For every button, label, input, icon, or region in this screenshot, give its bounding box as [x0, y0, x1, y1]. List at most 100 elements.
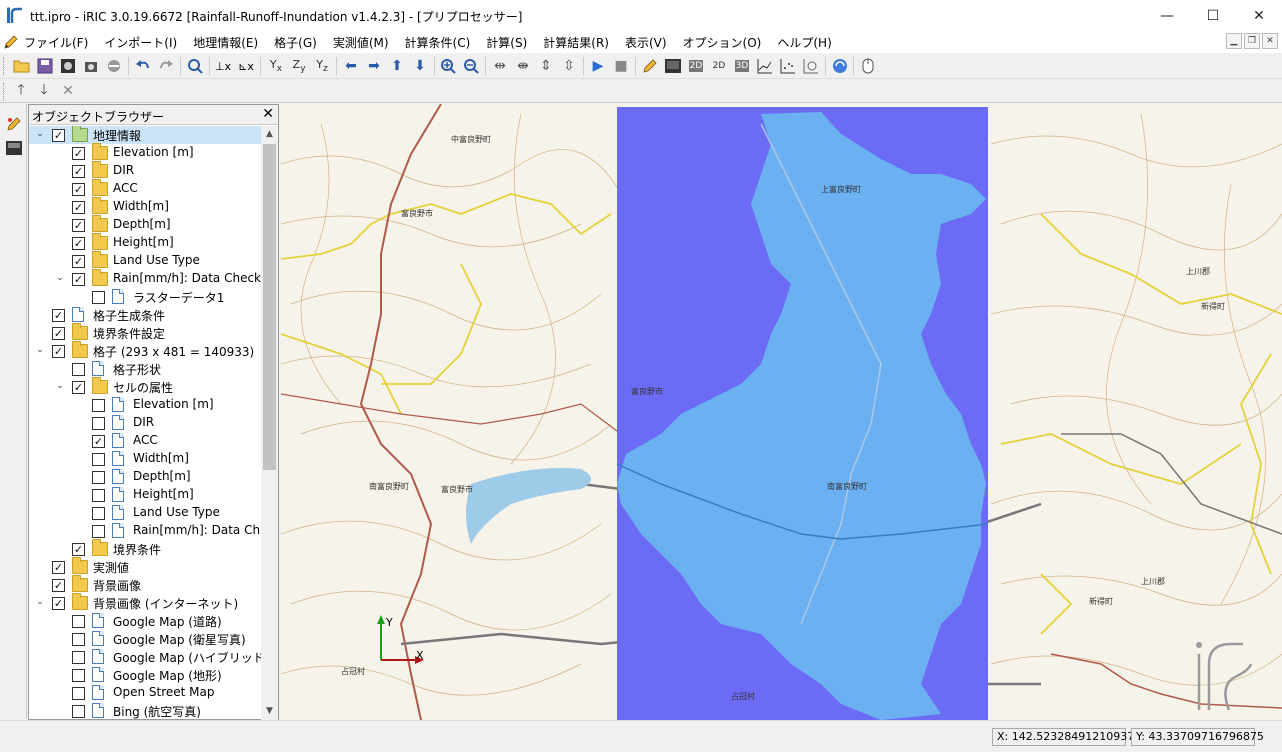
zoom-out-icon[interactable]: [461, 56, 481, 76]
expand-chevron-icon[interactable]: [75, 417, 85, 427]
tree-checkbox[interactable]: ✓: [92, 435, 105, 448]
tree-checkbox[interactable]: ✓: [52, 579, 65, 592]
expand-chevron-icon[interactable]: [55, 543, 65, 553]
tree-checkbox[interactable]: [72, 615, 85, 628]
tree-checkbox[interactable]: [72, 705, 85, 718]
tree-row[interactable]: ラスターデータ1: [29, 288, 261, 306]
tree-checkbox[interactable]: [72, 633, 85, 646]
tree-row[interactable]: Google Map (ハイブリッド): [29, 648, 261, 666]
expand-chevron-icon[interactable]: [55, 615, 65, 625]
expand-chevron-icon[interactable]: [35, 327, 45, 337]
menu-item[interactable]: 表示(V): [625, 34, 675, 51]
expand-chevron-icon[interactable]: [75, 399, 85, 409]
expand-chevron-icon[interactable]: [75, 435, 85, 445]
expand-chevron-icon[interactable]: [55, 669, 65, 679]
tree-row[interactable]: Bing (航空写真): [29, 702, 261, 720]
expand-chevron-icon[interactable]: [55, 237, 65, 247]
zoom-out-y-icon[interactable]: ⇳: [559, 56, 579, 76]
object-browser-icon[interactable]: [4, 114, 24, 134]
menu-item[interactable]: 計算結果(R): [543, 34, 617, 51]
record-icon[interactable]: [58, 56, 78, 76]
tree-row[interactable]: ⌄ ✓ 地理情報: [29, 126, 261, 144]
tree-row[interactable]: ✓ ACC: [29, 432, 261, 450]
mdi-minimize-button[interactable]: ▁: [1226, 33, 1242, 49]
zoom-out-x-icon[interactable]: ⇼: [513, 56, 533, 76]
pencil-edit-icon[interactable]: [640, 56, 660, 76]
tree-row[interactable]: ✓ 格子生成条件: [29, 306, 261, 324]
tree-row[interactable]: DIR: [29, 414, 261, 432]
tree-checkbox[interactable]: ✓: [72, 219, 85, 232]
expand-chevron-icon[interactable]: [75, 471, 85, 481]
tree-checkbox[interactable]: ✓: [72, 543, 85, 556]
zoom-in-icon[interactable]: [438, 56, 458, 76]
mouse-icon[interactable]: [858, 56, 878, 76]
expand-chevron-icon[interactable]: [35, 561, 45, 571]
console-icon[interactable]: [663, 56, 683, 76]
arrow-down-icon[interactable]: ⬇: [410, 56, 430, 76]
expand-chevron-icon[interactable]: [55, 219, 65, 229]
expand-chevron-icon[interactable]: ⌄: [35, 345, 45, 355]
menu-item[interactable]: 計算(S): [486, 34, 535, 51]
tree-checkbox[interactable]: [92, 453, 105, 466]
expand-chevron-icon[interactable]: [55, 633, 65, 643]
tree-row[interactable]: ✓ Height[m]: [29, 233, 261, 252]
expand-chevron-icon[interactable]: [75, 489, 85, 499]
tree-checkbox[interactable]: ✓: [72, 381, 85, 394]
expand-chevron-icon[interactable]: [75, 507, 85, 517]
zoom-in-y-icon[interactable]: ⇕: [536, 56, 556, 76]
tree-checkbox[interactable]: ✓: [72, 183, 85, 196]
menu-item[interactable]: ファイル(F): [24, 34, 96, 51]
mdi-close-button[interactable]: ✕: [1262, 33, 1278, 49]
expand-chevron-icon[interactable]: [55, 363, 65, 373]
graph-icon[interactable]: [755, 56, 775, 76]
zoom-fit-icon[interactable]: [185, 56, 205, 76]
tree-checkbox[interactable]: [92, 399, 105, 412]
expand-chevron-icon[interactable]: ⌄: [55, 273, 65, 283]
stop-icon[interactable]: ■: [611, 56, 631, 76]
tree-row[interactable]: ✓ 境界条件設定: [29, 323, 261, 342]
expand-chevron-icon[interactable]: [35, 579, 45, 589]
tree-checkbox[interactable]: [92, 291, 105, 304]
tree-checkbox[interactable]: [72, 651, 85, 664]
post-3d-icon[interactable]: 3D: [732, 56, 752, 76]
tree-checkbox[interactable]: ✓: [72, 255, 85, 268]
tree-checkbox[interactable]: ✓: [72, 165, 85, 178]
tree-checkbox[interactable]: [92, 471, 105, 484]
rotate-y-icon[interactable]: Zy: [289, 56, 309, 76]
tree-row[interactable]: Google Map (道路): [29, 612, 261, 630]
scroll-down-arrow-icon[interactable]: ▼: [261, 703, 278, 720]
expand-chevron-icon[interactable]: [55, 705, 65, 715]
mdi-restore-button[interactable]: ❐: [1244, 33, 1260, 49]
tree-checkbox[interactable]: [92, 417, 105, 430]
tree-scrollbar[interactable]: ▲ ▼: [261, 126, 278, 720]
expand-chevron-icon[interactable]: [35, 309, 45, 319]
arrow-left-icon[interactable]: ⬅: [341, 56, 361, 76]
tree-checkbox[interactable]: [92, 525, 105, 538]
fit-x-icon[interactable]: ⊥x: [213, 56, 233, 76]
verification-icon[interactable]: [801, 56, 821, 76]
tree-row[interactable]: ✓ 実測値: [29, 557, 261, 576]
post-2d-icon[interactable]: 2D: [686, 56, 706, 76]
expand-chevron-icon[interactable]: ⌄: [35, 129, 45, 139]
tree-checkbox[interactable]: [72, 687, 85, 700]
property-browser-icon[interactable]: [4, 138, 24, 158]
tree-checkbox[interactable]: ✓: [52, 597, 65, 610]
scroll-thumb[interactable]: [263, 144, 276, 470]
arrow-up-icon[interactable]: ⬆: [387, 56, 407, 76]
expand-chevron-icon[interactable]: [75, 453, 85, 463]
undo-icon[interactable]: [133, 56, 153, 76]
tree-row[interactable]: ⌄ ✓ 格子 (293 x 481 = 140933): [29, 341, 261, 360]
arrow-right-icon[interactable]: ➡: [364, 56, 384, 76]
menu-item[interactable]: インポート(I): [104, 34, 185, 51]
rotate-x-icon[interactable]: Yx: [266, 56, 286, 76]
tree-checkbox[interactable]: ✓: [52, 327, 65, 340]
tree-row[interactable]: Open Street Map: [29, 684, 261, 702]
menu-item[interactable]: 計算条件(C): [405, 34, 479, 51]
expand-chevron-icon[interactable]: [55, 183, 65, 193]
tree-checkbox[interactable]: [72, 669, 85, 682]
tree-row[interactable]: ⌄ ✓ Rain[mm/h]: Data Check ...: [29, 269, 261, 288]
tree-row[interactable]: Land Use Type: [29, 504, 261, 522]
expand-chevron-icon[interactable]: [75, 291, 85, 301]
open-folder-icon[interactable]: [12, 56, 32, 76]
tree-row[interactable]: ✓ 背景画像: [29, 575, 261, 594]
